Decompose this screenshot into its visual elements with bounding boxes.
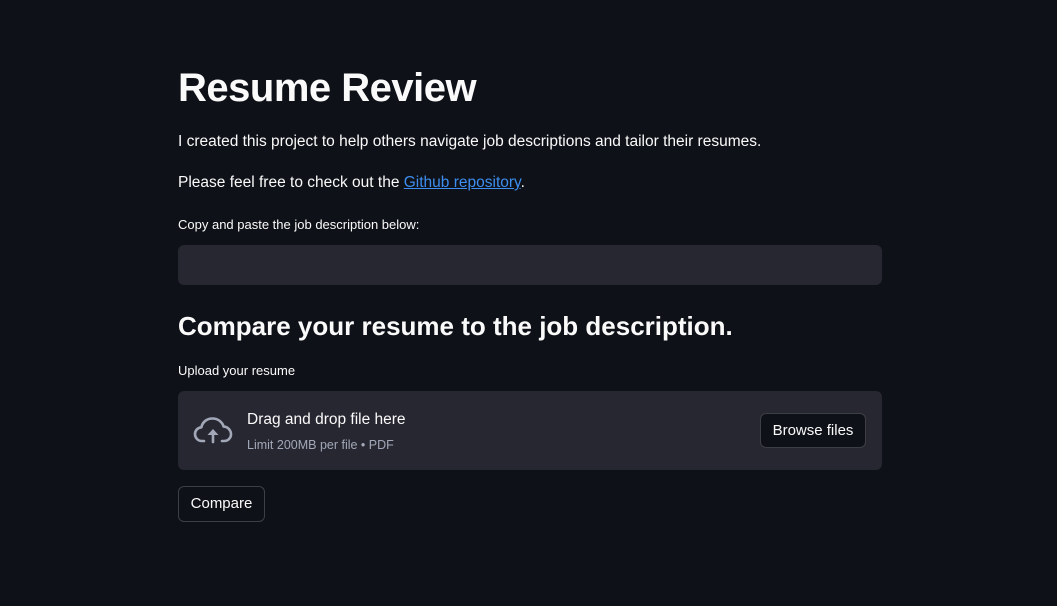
job-description-input[interactable] bbox=[178, 245, 882, 285]
compare-heading: Compare your resume to the job descripti… bbox=[178, 311, 733, 341]
job-description-label: Copy and paste the job description below… bbox=[178, 217, 420, 232]
intro-text: I created this project to help others na… bbox=[178, 133, 762, 150]
compare-button[interactable]: Compare bbox=[178, 486, 265, 522]
repo-suffix: . bbox=[520, 174, 525, 191]
cloud-upload-icon bbox=[193, 417, 233, 444]
github-repo-link[interactable]: Github repository bbox=[404, 174, 521, 191]
upload-limit-text: Limit 200MB per file • PDF bbox=[247, 438, 394, 452]
upload-label: Upload your resume bbox=[178, 363, 296, 378]
file-dropzone[interactable]: Drag and drop file here Limit 200MB per … bbox=[178, 391, 882, 470]
drop-instruction: Drag and drop file here bbox=[247, 411, 406, 428]
repo-prefix: Please feel free to check out the bbox=[178, 174, 404, 191]
page-title: Resume Review bbox=[178, 66, 477, 110]
repo-text: Please feel free to check out the Github… bbox=[178, 172, 525, 194]
browse-files-button[interactable]: Browse files bbox=[760, 413, 866, 448]
